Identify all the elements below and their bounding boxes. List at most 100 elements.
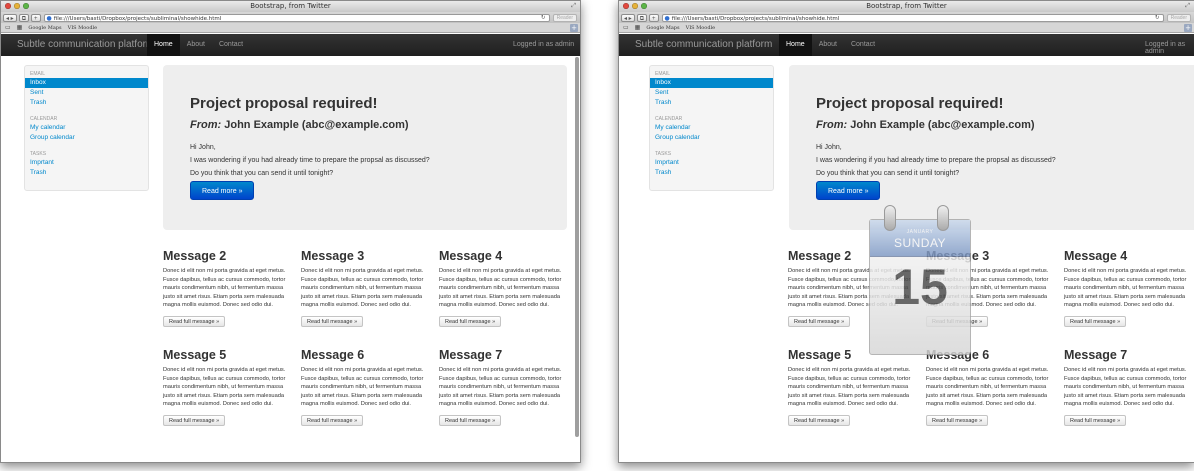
top-sites-icon[interactable]: ▦ [635, 24, 641, 31]
window-titlebar[interactable]: Bootstrap, from Twitter ⤢ [1, 1, 580, 12]
sidebar-header-email: Email [30, 71, 46, 77]
calendar-ring-icon [937, 205, 949, 231]
sidebar-item-trash[interactable]: Trash [650, 98, 773, 108]
nav-link-about[interactable]: About [180, 34, 212, 56]
sidebar-header-calendar: Calendar [30, 116, 58, 122]
top-navbar: Subtle communication platform Home About Co… [619, 34, 1194, 56]
read-full-message-button[interactable]: Read full message » [788, 414, 851, 426]
read-full-message-button[interactable]: Read full message » [163, 315, 226, 327]
new-tab-button[interactable]: + [570, 24, 578, 32]
sidebar-item-trash[interactable]: Trash [25, 98, 148, 108]
message-card-body: Donec id elit non mi porta gravida at eg… [439, 268, 562, 309]
bookmark-link[interactable]: VIS Moodle [68, 25, 98, 31]
nav-link-home[interactable]: Home [147, 34, 180, 56]
message-card: Message 4 Donec id elit non mi porta grav… [439, 249, 571, 328]
read-full-message-button[interactable]: Read full message » [926, 414, 989, 426]
read-full-message-button[interactable]: Read full message » [301, 414, 364, 426]
nav-link-home[interactable]: Home [779, 34, 812, 56]
top-navbar: Subtle communication platform Home About Co… [1, 34, 580, 56]
sidebar-header-tasks: Tasks [655, 151, 672, 157]
message-line: Do you think that you can send it until … [190, 170, 334, 177]
address-bar[interactable]: ● file:///Users/basti/Dropbox/projects/su… [661, 13, 1164, 22]
reading-list-icon[interactable]: ▭ [623, 24, 629, 31]
sidebar-item-inbox[interactable]: Inbox [25, 78, 148, 88]
url-text: file:///Users/basti/Dropbox/projects/sub… [671, 15, 840, 22]
from-label: From: [816, 119, 848, 131]
back-forward-buttons[interactable]: ◂ ▸ [3, 13, 17, 22]
brand-link[interactable]: Subtle communication platform [635, 39, 772, 50]
read-full-message-button[interactable]: Read full message » [301, 315, 364, 327]
sidebar-item-sent[interactable]: Sent [650, 88, 773, 98]
sidebar-header-email: Email [655, 71, 671, 77]
message-card-body: Donec id elit non mi porta gravida at eg… [788, 367, 911, 408]
message-title: Project proposal required! [816, 95, 1004, 112]
back-forward-buttons[interactable]: ◂ ▸ [621, 13, 635, 22]
sender-value: John Example (abc@example.com) [850, 119, 1035, 131]
reload-icon[interactable]: ↻ [541, 15, 546, 21]
vertical-scrollbar[interactable] [575, 57, 579, 437]
reader-button[interactable]: Reader [1166, 13, 1191, 22]
sidebar-item-imprtant[interactable]: Imprtant [25, 158, 148, 168]
address-bar[interactable]: ● file:///Users/basti/Dropbox/projects/su… [43, 13, 550, 22]
message-card-title: Message 7 [1064, 348, 1128, 362]
message-card-title: Message 4 [1064, 249, 1128, 263]
logged-in-status: Logged in as admin [513, 41, 575, 48]
window-titlebar[interactable]: Bootstrap, from Twitter ⤢ [619, 1, 1194, 12]
read-full-message-button[interactable]: Read full message » [1064, 414, 1127, 426]
browser-toolbar: ◂ ▸ ⧉ + ● file:///Users/basti/Dropbox/projec… [619, 12, 1194, 23]
sidebar-item-inbox[interactable]: Inbox [650, 78, 773, 88]
read-full-message-button[interactable]: Read full message » [1064, 315, 1127, 327]
sidebar-item-trash[interactable]: Trash [650, 168, 773, 178]
new-tab-button[interactable]: + [1184, 24, 1192, 32]
nav-links: Home About Contact [147, 34, 250, 56]
message-card-body: Donec id elit non mi porta gravida at eg… [163, 367, 286, 408]
bookmarks-bar: ▭ ▦ Google Maps VIS Moodle + [619, 23, 1194, 33]
sidebar-item-group-calendar[interactable]: Group calendar [650, 133, 773, 143]
read-full-message-button[interactable]: Read full message » [788, 315, 851, 327]
read-more-button[interactable]: Read more » [190, 181, 255, 200]
message-line: I was wondering if you had already time … [816, 157, 1056, 164]
sidebar-header-calendar: Calendar [655, 116, 683, 122]
globe-icon: ● [46, 14, 52, 22]
fullscreen-icon[interactable]: ⤢ [571, 2, 576, 10]
brand-link[interactable]: Subtle communication platform [17, 39, 154, 50]
add-bookmark-button[interactable]: + [649, 13, 659, 22]
nav-link-contact[interactable]: Contact [212, 34, 250, 56]
calendar-icon: JANUARY SUNDAY 15 [869, 219, 971, 355]
top-sites-icon[interactable]: ▦ [17, 24, 23, 31]
message-card-body: Donec id elit non mi porta gravida at eg… [1064, 268, 1187, 309]
bookmarks-bar: ▭ ▦ Google Maps VIS Moodle + [1, 23, 580, 33]
read-full-message-button[interactable]: Read full message » [439, 315, 502, 327]
sidebar-item-trash[interactable]: Trash [25, 168, 148, 178]
nav-link-contact[interactable]: Contact [844, 34, 882, 56]
nav-links: Home About Contact [779, 34, 882, 56]
message-sender: From: John Example (abc@example.com) [816, 119, 1035, 131]
reload-icon[interactable]: ↻ [1155, 15, 1160, 21]
message-card: Message 7 Donec id elit non mi porta grav… [439, 348, 571, 427]
share-button[interactable]: ⧉ [636, 13, 647, 22]
reading-list-icon[interactable]: ▭ [5, 24, 11, 31]
browser-toolbar: ◂ ▸ ⧉ + ● file:///Users/basti/Dropbox/projec… [1, 12, 580, 23]
url-text: file:///Users/basti/Dropbox/projects/sub… [53, 15, 222, 22]
reader-button[interactable]: Reader [552, 13, 577, 22]
sidebar-item-group-calendar[interactable]: Group calendar [25, 133, 148, 143]
sidebar-item-imprtant[interactable]: Imprtant [650, 158, 773, 168]
add-bookmark-button[interactable]: + [31, 13, 41, 22]
read-full-message-button[interactable]: Read full message » [439, 414, 502, 426]
bookmark-link[interactable]: Google Maps [28, 25, 61, 31]
message-line: Hi John, [190, 144, 216, 151]
message-card: Message 4 Donec id elit non mi porta grav… [1064, 249, 1194, 328]
nav-link-about[interactable]: About [812, 34, 844, 56]
sidebar-item-sent[interactable]: Sent [25, 88, 148, 98]
message-card-body: Donec id elit non mi porta gravida at eg… [439, 367, 562, 408]
sidebar-item-my-calendar[interactable]: My calendar [650, 123, 773, 133]
calendar-overlay: JANUARY SUNDAY 15 [851, 197, 981, 367]
bookmark-link[interactable]: Google Maps [646, 25, 679, 31]
window-title: Bootstrap, from Twitter [866, 2, 947, 10]
read-full-message-button[interactable]: Read full message » [163, 414, 226, 426]
share-button[interactable]: ⧉ [18, 13, 29, 22]
sidebar-item-my-calendar[interactable]: My calendar [25, 123, 148, 133]
message-card: Message 7 Donec id elit non mi porta grav… [1064, 348, 1194, 427]
bookmark-link[interactable]: VIS Moodle [686, 25, 716, 31]
fullscreen-icon[interactable]: ⤢ [1185, 2, 1190, 10]
